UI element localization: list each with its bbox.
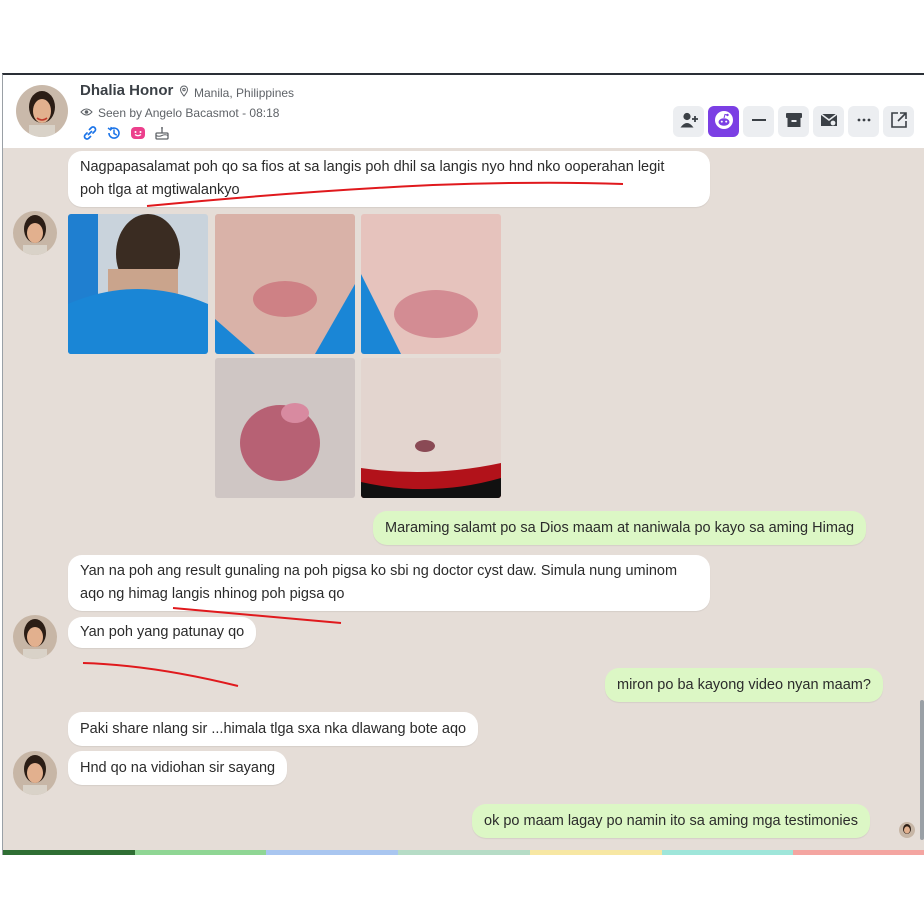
message-outgoing: miron po ba kayong video nyan maam? bbox=[605, 668, 883, 702]
message-incoming: Hnd qo na vidiohan sir sayang bbox=[68, 751, 288, 785]
add-user-button[interactable] bbox=[673, 106, 704, 137]
message-incoming: Yan poh yang patunay qo bbox=[68, 617, 257, 648]
reddit-button[interactable] bbox=[708, 106, 739, 137]
photo-attachment[interactable] bbox=[361, 214, 501, 354]
message-text: Yan poh yang patunay qo bbox=[80, 624, 245, 640]
seen-text: Seen by Angelo Bacasmot - 08:18 bbox=[98, 106, 280, 120]
photo-attachment[interactable] bbox=[361, 358, 501, 498]
external-link-icon bbox=[889, 110, 909, 134]
contact-avatar-small bbox=[13, 751, 57, 795]
minimize-button[interactable] bbox=[743, 106, 774, 137]
more-button[interactable] bbox=[848, 106, 879, 137]
conversation-header: Dhalia Honor Manila, Philippines Seen by… bbox=[3, 75, 924, 148]
inbox-icon bbox=[819, 111, 839, 133]
header-toolbar bbox=[673, 106, 914, 137]
contact-location: Manila, Philippines bbox=[178, 85, 294, 100]
message-text: ok po maam lagay po namin ito sa aming m… bbox=[484, 813, 858, 829]
message-outgoing: Maraming salamt po sa Dios maam at naniw… bbox=[373, 511, 867, 545]
message-text-line: Nagpapasalamat poh qo sa fios at sa lang… bbox=[80, 159, 665, 175]
eye-icon bbox=[80, 106, 93, 120]
open-external-button[interactable] bbox=[883, 106, 914, 137]
contact-avatar[interactable] bbox=[16, 85, 68, 137]
message-text: Maraming salamt po sa Dios maam at naniw… bbox=[385, 520, 855, 536]
message-text-line: aqo ng himag langis nhinog poh pigsa qo bbox=[80, 586, 345, 602]
inbox-button[interactable] bbox=[813, 106, 844, 137]
photo-attachment[interactable] bbox=[215, 358, 355, 498]
bottom-color-bar bbox=[3, 850, 924, 855]
message-outgoing: ok po maam lagay po namin ito sa aming m… bbox=[472, 804, 870, 838]
message-text: Paki share nlang sir ...himala tlga sxa … bbox=[80, 721, 467, 737]
archive-button[interactable] bbox=[778, 106, 809, 137]
reddit-icon bbox=[714, 110, 734, 134]
message-incoming: Yan na poh ang result gunaling na poh pi… bbox=[68, 555, 710, 611]
message-text: Hnd qo na vidiohan sir sayang bbox=[80, 760, 276, 776]
message-text-line: Yan na poh ang result gunaling na poh pi… bbox=[80, 563, 678, 579]
archive-icon bbox=[784, 111, 804, 133]
contact-avatar-small bbox=[13, 211, 57, 255]
link-icon[interactable] bbox=[81, 124, 99, 142]
contact-avatar-small bbox=[13, 615, 57, 659]
message-incoming: Paki share nlang sir ...himala tlga sxa … bbox=[68, 712, 479, 746]
minus-icon bbox=[749, 110, 769, 134]
message-text-line: poh tlga at mgtiwalankyo bbox=[80, 182, 240, 198]
add-user-icon bbox=[679, 111, 699, 133]
message-incoming: Nagpapasalamat poh qo sa fios at sa lang… bbox=[68, 151, 710, 207]
cake-icon[interactable] bbox=[153, 124, 171, 142]
history-icon[interactable] bbox=[105, 124, 123, 142]
message-text: miron po ba kayong video nyan maam? bbox=[617, 677, 871, 693]
smile-icon[interactable] bbox=[129, 124, 147, 142]
more-icon bbox=[854, 110, 874, 134]
contact-name: Dhalia Honor bbox=[80, 82, 174, 99]
seen-status: Seen by Angelo Bacasmot - 08:18 bbox=[80, 106, 279, 120]
location-text: Manila, Philippines bbox=[194, 85, 295, 100]
chat-window: Dhalia Honor Manila, Philippines Seen by… bbox=[2, 73, 924, 855]
scrollbar[interactable] bbox=[920, 700, 924, 840]
location-pin-icon bbox=[178, 85, 190, 100]
read-receipt-avatar bbox=[899, 822, 915, 838]
quick-icon-row bbox=[81, 124, 171, 142]
photo-attachment[interactable] bbox=[215, 214, 355, 354]
photo-attachment[interactable] bbox=[68, 214, 208, 354]
